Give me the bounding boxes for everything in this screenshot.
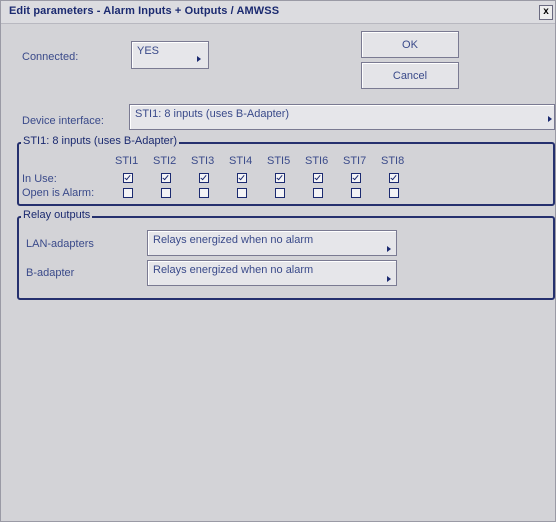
b-adapter-label: B-adapter [26,267,75,279]
in-use-checkbox[interactable] [123,173,133,183]
window-title: Edit parameters - Alarm Inputs + Outputs… [9,5,280,17]
in-use-checkbox[interactable] [275,173,285,183]
ok-button[interactable]: OK [361,31,459,58]
b-adapter-value: Relays energized when no alarm [153,264,314,276]
open-is-alarm-checkbox[interactable] [351,188,361,198]
dialog-window: Edit parameters - Alarm Inputs + Outputs… [0,0,556,522]
lan-adapters-label: LAN-adapters [26,238,94,250]
lan-adapters-value: Relays energized when no alarm [153,234,314,246]
ok-label: OK [402,39,418,51]
close-button[interactable]: x [539,5,553,20]
open-is-alarm-checkbox[interactable] [389,188,399,198]
dropdown-arrow-icon [197,56,201,62]
open-is-alarm-checkbox[interactable] [275,188,285,198]
open-is-alarm-checkbox[interactable] [161,188,171,198]
cancel-label: Cancel [392,70,428,82]
sti-column-header: STI3 [191,155,215,167]
open-is-alarm-checkbox[interactable] [313,188,323,198]
in-use-checkbox[interactable] [389,173,399,183]
sti-inputs-group [17,142,555,206]
sti-group-title: STI1: 8 inputs (uses B-Adapter) [21,135,180,147]
lan-adapters-dropdown[interactable]: Relays energized when no alarm [147,230,397,256]
dropdown-arrow-icon [548,116,552,122]
sti-column-header: STI4 [229,155,253,167]
sti-column-header: STI8 [381,155,405,167]
dropdown-arrow-icon [387,246,391,252]
dropdown-arrow-icon [387,276,391,282]
in-use-label: In Use: [22,173,57,185]
in-use-checkbox[interactable] [313,173,323,183]
connected-label: Connected: [22,51,79,63]
cancel-button[interactable]: Cancel [361,62,459,89]
in-use-checkbox[interactable] [351,173,361,183]
open-is-alarm-checkbox[interactable] [199,188,209,198]
in-use-checkbox[interactable] [237,173,247,183]
open-is-alarm-checkbox[interactable] [237,188,247,198]
device-interface-value: STI1: 8 inputs (uses B-Adapter) [135,108,290,120]
device-interface-dropdown[interactable]: STI1: 8 inputs (uses B-Adapter) [129,104,555,130]
in-use-checkbox[interactable] [161,173,171,183]
in-use-checkbox[interactable] [199,173,209,183]
open-is-alarm-label: Open is Alarm: [22,187,95,199]
sti-column-header: STI5 [267,155,291,167]
relay-group-title: Relay outputs [21,209,93,221]
sti-column-header: STI2 [153,155,177,167]
relay-outputs-group [17,216,555,300]
sti-column-header: STI6 [305,155,329,167]
connected-dropdown[interactable]: YES [131,41,209,69]
connected-value: YES [137,45,160,57]
title-bar: Edit parameters - Alarm Inputs + Outputs… [1,1,555,24]
sti-column-header: STI1 [115,155,139,167]
open-is-alarm-checkbox[interactable] [123,188,133,198]
device-interface-label: Device interface: [22,115,104,127]
sti-column-header: STI7 [343,155,367,167]
b-adapter-dropdown[interactable]: Relays energized when no alarm [147,260,397,286]
